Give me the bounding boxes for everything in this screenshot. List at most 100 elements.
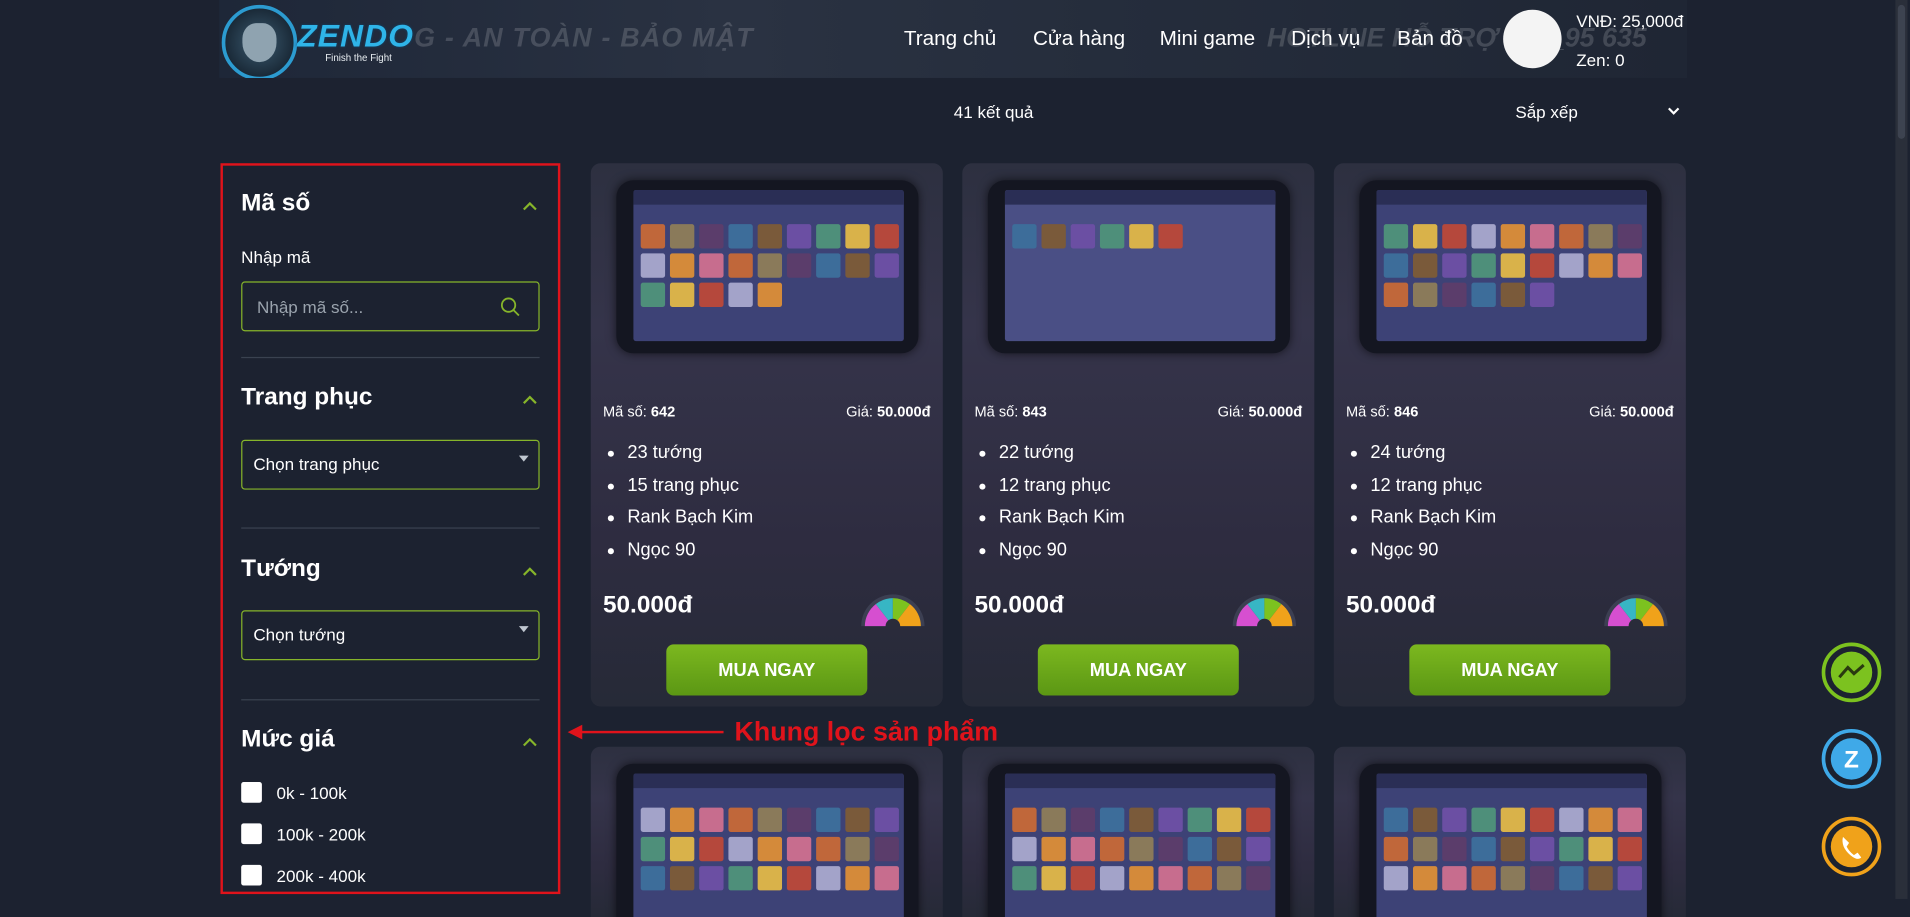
- product-thumbnail[interactable]: [1359, 763, 1662, 917]
- zen-balance-text: Zen: 0: [1576, 49, 1625, 70]
- phone-icon[interactable]: [1821, 816, 1882, 877]
- messenger-icon[interactable]: [1821, 642, 1882, 703]
- hero-thumbnail: [728, 866, 753, 891]
- hero-thumbnail: [640, 253, 666, 278]
- hero-thumbnail: [1012, 836, 1037, 862]
- hero-select[interactable]: Chọn tướng: [241, 610, 540, 661]
- hero-thumbnail: [1158, 836, 1183, 862]
- hero-thumbnail: [1383, 224, 1409, 249]
- code-search-input[interactable]: [241, 281, 540, 332]
- hero-thumbnail: [1383, 836, 1409, 862]
- buy-now-button[interactable]: MUA NGAY: [1409, 644, 1611, 696]
- hero-thumbnail: [816, 866, 841, 891]
- product-thumbnail[interactable]: [616, 763, 919, 917]
- feature-item: Ngọc 90: [974, 539, 1124, 571]
- lucky-wheel-icon: [861, 594, 925, 629]
- result-count: 41 kết quả: [953, 102, 1034, 122]
- hero-thumbnail: [669, 282, 695, 307]
- checkbox[interactable]: [241, 864, 262, 886]
- price-range-label: 0k - 100k: [276, 783, 347, 803]
- hero-thumbnail: [1216, 866, 1242, 891]
- product-thumbnail[interactable]: [987, 180, 1290, 354]
- balance-text: VNĐ: 25,000đ: [1576, 10, 1684, 31]
- buy-now-button[interactable]: MUA NGAY: [1037, 644, 1239, 696]
- price-value: 50.000đ: [1248, 403, 1303, 421]
- product-code: Mã số: 843: [974, 403, 1046, 420]
- price-label: Giá:: [846, 403, 873, 421]
- hero-thumbnail: [816, 836, 841, 862]
- hero-thumbnail: [1617, 866, 1642, 891]
- hero-thumbnail: [669, 224, 695, 249]
- hero-thumbnail: [640, 836, 666, 862]
- hero-filter-title: Tướng: [241, 555, 321, 583]
- hero-thumbnail: [757, 224, 783, 249]
- logo-icon[interactable]: [221, 4, 298, 78]
- hero-thumbnail: [1383, 866, 1409, 891]
- zalo-icon[interactable]: Z: [1821, 728, 1882, 789]
- chevron-up-icon[interactable]: [521, 736, 538, 748]
- chevron-up-icon[interactable]: [521, 565, 538, 577]
- nav-home[interactable]: Trang chủ: [904, 27, 996, 51]
- hero-thumbnail: [845, 224, 870, 249]
- hero-thumbnail: [1471, 224, 1496, 249]
- hero-thumbnail: [699, 224, 724, 249]
- hero-thumbnail: [757, 282, 783, 307]
- product-thumbnail[interactable]: [987, 763, 1290, 917]
- hero-thumbnail: [1099, 836, 1125, 862]
- chevron-up-icon[interactable]: [521, 200, 538, 212]
- product-thumbnail[interactable]: [616, 180, 919, 354]
- hero-thumbnail: [728, 282, 753, 307]
- hero-thumbnail: [1412, 836, 1438, 862]
- feature-item: Rank Bạch Kim: [603, 507, 753, 539]
- product-features: 22 tướng 12 trang phục Rank Bạch Kim Ngọ…: [974, 442, 1125, 572]
- hero-thumbnail: [669, 253, 695, 278]
- logo-text[interactable]: ZENDO: [297, 17, 414, 55]
- avatar[interactable]: [1503, 9, 1562, 69]
- divider: [241, 356, 540, 359]
- nav-shop[interactable]: Cửa hàng: [1033, 27, 1125, 51]
- hero-thumbnail: [1500, 866, 1526, 891]
- hero-thumbnail: [1529, 836, 1555, 862]
- outfit-select[interactable]: Chọn trang phục: [241, 439, 540, 490]
- code-input-label: Nhập mã: [241, 247, 311, 267]
- product-card[interactable]: [1333, 746, 1686, 917]
- hero-thumbnail: [1588, 224, 1613, 249]
- nav-map[interactable]: Bản đồ: [1397, 27, 1463, 51]
- buy-now-button[interactable]: MUA NGAY: [666, 644, 868, 696]
- annotation-text: Khung lọc sản phẩm: [734, 716, 999, 747]
- hero-thumbnail: [816, 807, 841, 832]
- product-card[interactable]: Mã số: 843 Giá: 50.000đ 22 tướng 12 tran…: [962, 163, 1315, 707]
- nav-minigame[interactable]: Mini game: [1160, 27, 1256, 51]
- hero-thumbnail: [1529, 282, 1555, 307]
- annotation-arrow-line: [579, 730, 724, 734]
- hero-thumbnail: [1471, 282, 1496, 307]
- product-card[interactable]: [590, 746, 943, 917]
- chevron-down-icon[interactable]: [1664, 101, 1683, 120]
- hero-thumbnail: [1070, 836, 1096, 862]
- hero-thumbnail: [728, 836, 753, 862]
- hero-thumbnail: [874, 836, 899, 862]
- hero-thumbnail: [1187, 866, 1213, 891]
- outfit-select-value: Chọn trang phục: [253, 454, 380, 474]
- hero-thumbnail: [1129, 866, 1154, 891]
- checkbox[interactable]: [241, 823, 262, 845]
- search-icon[interactable]: [499, 296, 521, 318]
- hero-thumbnail: [1099, 224, 1125, 249]
- price-label: Giá:: [1589, 403, 1616, 421]
- chevron-up-icon[interactable]: [521, 393, 538, 405]
- product-card[interactable]: [962, 746, 1315, 917]
- product-card[interactable]: Mã số: 846 Giá: 50.000đ 24 tướng 12 tran…: [1333, 163, 1686, 707]
- caret-down-icon: [518, 455, 529, 462]
- hero-thumbnail: [1070, 807, 1096, 832]
- hero-thumbnail: [1246, 866, 1271, 891]
- product-card[interactable]: Mã số: 642 Giá: 50.000đ 23 tướng 15 tran…: [590, 163, 943, 707]
- sort-dropdown[interactable]: Sắp xếp: [1515, 102, 1578, 121]
- nav-services[interactable]: Dịch vụ: [1291, 27, 1360, 51]
- checkbox[interactable]: [241, 782, 262, 803]
- price-value: 50.000đ: [1620, 403, 1674, 421]
- scrollbar-thumb[interactable]: [1897, 4, 1906, 139]
- hero-thumbnail: [1012, 224, 1037, 249]
- product-thumbnail[interactable]: [1359, 180, 1662, 354]
- hero-thumbnail: [1041, 866, 1066, 891]
- feature-item: 12 trang phục: [974, 475, 1124, 507]
